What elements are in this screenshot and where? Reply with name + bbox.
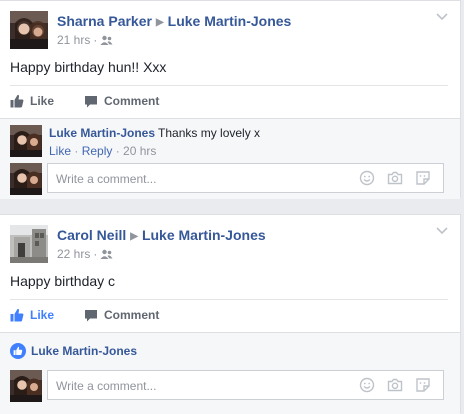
like-label: Like	[30, 94, 55, 108]
smiley-icon[interactable]	[359, 170, 375, 186]
likers-names[interactable]: Luke Martin-Jones	[31, 344, 137, 358]
camera-icon[interactable]	[387, 170, 403, 186]
author-avatar[interactable]	[10, 225, 48, 263]
post-time[interactable]: 21 hrs	[57, 33, 90, 47]
comment-input[interactable]	[54, 371, 348, 401]
comment-icon	[85, 310, 97, 322]
post-meta: 22 hrs ·	[57, 247, 113, 261]
target-name[interactable]: Luke Martin-Jones	[142, 227, 266, 243]
post-actions: Like Comment	[10, 299, 448, 330]
post-card: Sharna Parker ▶ Luke Martin-Jones 21 hrs · …	[0, 0, 461, 199]
post-title: Carol Neill ▶ Luke Martin-Jones	[57, 227, 266, 243]
sticker-icon[interactable]	[415, 170, 431, 186]
comment-button[interactable]: Comment	[84, 86, 159, 116]
current-user-avatar	[10, 370, 42, 402]
comment-time[interactable]: 20 hrs	[123, 144, 156, 158]
thumbs-up-icon	[10, 308, 24, 322]
arrow-right-icon: ▶	[155, 17, 164, 28]
current-user-avatar	[10, 163, 42, 195]
author-name[interactable]: Carol Neill	[57, 227, 126, 243]
post-header: Sharna Parker ▶ Luke Martin-Jones 21 hrs ·	[10, 11, 430, 51]
post-actions: Like Comment	[10, 85, 448, 116]
comment-line: Luke Martin-Jones Thanks my lovely x	[49, 126, 260, 140]
post-title: Sharna Parker ▶ Luke Martin-Jones	[57, 13, 291, 29]
camera-icon[interactable]	[387, 377, 403, 393]
comments-section: Luke Martin-Jones	[0, 332, 460, 414]
comment-icon	[85, 96, 97, 108]
author-name[interactable]: Sharna Parker	[57, 13, 152, 29]
commenter-avatar[interactable]	[10, 125, 42, 157]
friends-audience-icon[interactable]	[100, 35, 113, 46]
comment-composer	[47, 163, 444, 194]
smiley-icon[interactable]	[359, 377, 375, 393]
comment-like-link[interactable]: Like	[49, 144, 71, 158]
post-meta: 21 hrs ·	[57, 33, 113, 47]
post-header: Carol Neill ▶ Luke Martin-Jones 22 hrs ·	[10, 225, 430, 265]
like-reaction-icon	[10, 343, 26, 359]
like-button[interactable]: Like	[10, 86, 54, 116]
comment-text: Thanks my lovely x	[158, 126, 261, 140]
comment-reply-link[interactable]: Reply	[82, 144, 113, 158]
comment-label: Comment	[104, 94, 160, 108]
likes-summary: Luke Martin-Jones	[10, 343, 137, 359]
separator-dot: ·	[93, 33, 98, 47]
author-avatar[interactable]	[10, 11, 48, 49]
friends-audience-icon[interactable]	[100, 249, 113, 260]
post-text: Happy birthday hun!! Xxx	[10, 59, 167, 75]
comment-composer	[47, 370, 444, 401]
sticker-icon[interactable]	[415, 377, 431, 393]
comments-section: Luke Martin-Jones Thanks my lovely x Like…	[0, 118, 460, 199]
target-name[interactable]: Luke Martin-Jones	[168, 13, 292, 29]
arrow-right-icon: ▶	[130, 231, 138, 242]
comment-author[interactable]: Luke Martin-Jones	[49, 126, 155, 140]
comment-input[interactable]	[54, 164, 348, 194]
chevron-down-icon[interactable]	[436, 227, 448, 235]
comment-meta: Like · Reply · 20 hrs	[49, 144, 157, 158]
like-button[interactable]: Like	[10, 300, 54, 330]
comment-label: Comment	[104, 308, 160, 322]
chevron-down-icon[interactable]	[436, 13, 448, 21]
like-label: Like	[30, 308, 55, 322]
comment: Luke Martin-Jones Thanks my lovely x Like…	[49, 126, 260, 158]
comment-button[interactable]: Comment	[84, 300, 159, 330]
post-time[interactable]: 22 hrs	[57, 247, 90, 261]
thumbs-up-icon	[10, 94, 24, 108]
post-card: Carol Neill ▶ Luke Martin-Jones 22 hrs · Ha…	[0, 214, 461, 414]
post-text: Happy birthday c	[10, 273, 116, 289]
separator-dot: ·	[93, 247, 98, 261]
